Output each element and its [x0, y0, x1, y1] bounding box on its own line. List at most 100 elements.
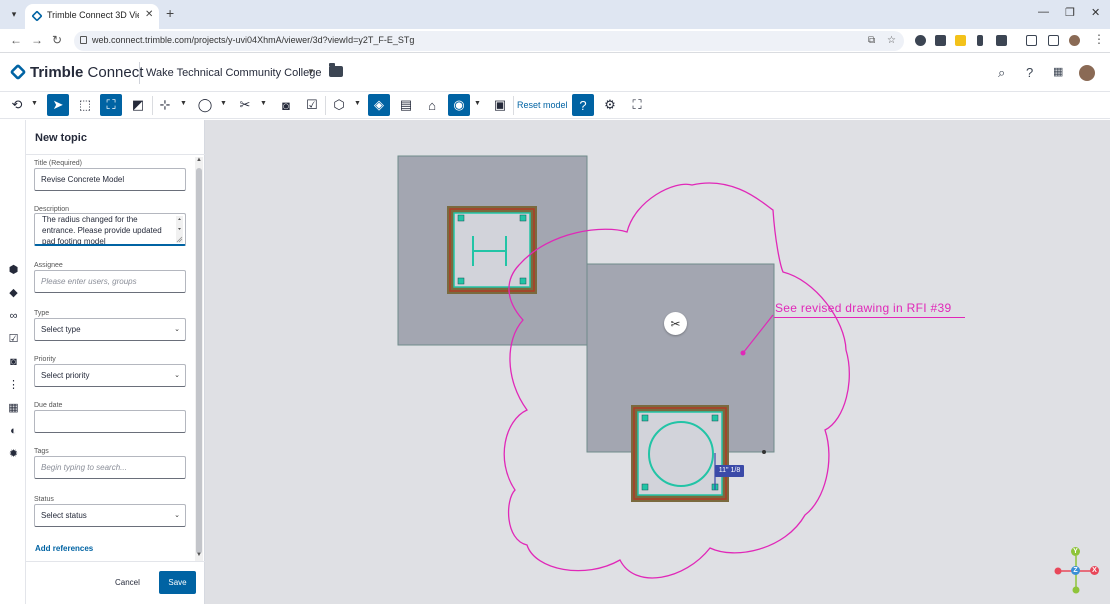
assignee-label: Assignee — [34, 262, 63, 269]
description-textarea[interactable]: The radius changed for the entrance. Ple… — [34, 213, 186, 246]
table-icon[interactable]: ▦ — [7, 402, 20, 415]
orbit-dropdown-icon[interactable]: ▼ — [31, 100, 38, 107]
restore-icon[interactable]: ❐ — [1065, 6, 1075, 19]
measure-icon[interactable]: ⊹ — [154, 94, 176, 116]
save-button[interactable]: Save — [159, 571, 196, 594]
reload-icon[interactable]: ↻ — [52, 33, 62, 47]
extension-gear-icon[interactable]: ✹ — [7, 448, 20, 461]
markup-icon[interactable]: ◩ — [127, 94, 149, 116]
tags-input[interactable]: Begin typing to search... — [34, 456, 186, 479]
forward-icon[interactable]: → — [31, 33, 43, 47]
project-name[interactable]: Wake Technical Community College — [146, 67, 321, 79]
extension-1-icon[interactable] — [915, 35, 926, 46]
scroll-up-icon[interactable]: ▲ — [196, 157, 202, 163]
models-cube-icon[interactable]: ⬢ — [7, 264, 20, 277]
extension-5-icon[interactable] — [996, 35, 1007, 46]
side-panel-icon[interactable] — [1048, 35, 1059, 46]
bookmark-star-icon[interactable]: ☆ — [887, 35, 896, 46]
bounding-box-icon[interactable]: ⛶ — [100, 94, 122, 116]
select-arrow-icon[interactable]: ➤ — [47, 94, 69, 116]
view-dropdown-icon[interactable]: ▼ — [354, 100, 361, 107]
browser-tab[interactable]: Trimble Connect 3D Viewer - We ✕ — [25, 4, 159, 29]
layers-icon[interactable]: ◆ — [7, 287, 20, 300]
type-select[interactable]: Select type ⌄ — [34, 318, 186, 341]
cast-icon[interactable] — [1026, 35, 1037, 46]
tab-search-icon[interactable]: ▾ — [7, 6, 21, 22]
extension-4-icon[interactable] — [977, 35, 983, 46]
type-label: Type — [34, 310, 50, 317]
toolbar-divider — [152, 96, 153, 115]
snapshot-camera-icon[interactable]: ◙ — [275, 94, 297, 116]
calculator-icon[interactable]: ▣ — [489, 94, 511, 116]
markup-anchor-point[interactable] — [740, 350, 746, 356]
fullscreen-icon[interactable]: ⛶ — [626, 94, 648, 116]
textarea-scrollbar[interactable] — [176, 216, 183, 243]
panel-scroll-thumb[interactable] — [196, 168, 202, 554]
section-dropdown-icon[interactable]: ▼ — [260, 100, 267, 107]
cloud-dropdown-icon[interactable]: ▼ — [220, 100, 227, 107]
axis-z-label: Z — [1071, 566, 1080, 575]
close-window-icon[interactable]: ✕ — [1091, 6, 1100, 19]
status-select[interactable]: Select status ⌄ — [34, 504, 186, 527]
extension-3-icon[interactable] — [955, 35, 966, 46]
todo-check-icon[interactable]: ☑ — [7, 333, 20, 346]
description-text: The radius changed for the entrance. Ple… — [42, 215, 162, 246]
section-scissors-icon[interactable]: ✂ — [234, 94, 256, 116]
app-logo[interactable]: Trimble Connect — [30, 64, 143, 81]
perspective-icon[interactable]: ◈ — [368, 94, 390, 116]
create-todo-icon[interactable]: ☑ — [301, 94, 323, 116]
camera-icon[interactable]: ◙ — [7, 356, 20, 369]
chevron-down-icon: ⌄ — [174, 512, 180, 519]
orbit-icon[interactable]: ⟲ — [6, 94, 28, 116]
settings-gear-icon[interactable]: ⚙ — [599, 94, 621, 116]
assignee-input[interactable]: Please enter users, groups — [34, 270, 186, 293]
help-tour-icon[interactable]: ? — [572, 94, 594, 116]
folder-icon[interactable] — [329, 63, 343, 77]
markup-callout-text[interactable]: See revised drawing in RFI #39 — [775, 301, 951, 315]
tree-icon[interactable]: ⋮ — [7, 379, 20, 392]
views-icon[interactable]: ▤ — [395, 94, 417, 116]
panel-title: New topic — [35, 132, 87, 144]
section-scissors-icon[interactable]: ✂ — [664, 312, 687, 335]
project-chevron-down-icon[interactable]: ▼ — [307, 67, 315, 76]
cloud-markup-icon[interactable]: ◯ — [194, 94, 216, 116]
due-date-input[interactable] — [34, 410, 186, 433]
priority-select[interactable]: Select priority ⌄ — [34, 364, 186, 387]
profile-avatar[interactable] — [1069, 35, 1080, 46]
scroll-down-icon[interactable]: ▼ — [196, 552, 202, 558]
browser-menu-icon[interactable]: ⋮ — [1093, 32, 1105, 46]
omnibox[interactable]: web.connect.trimble.com/projects/y-uvi04… — [74, 31, 904, 51]
header-divider — [139, 62, 140, 84]
cube-view-icon[interactable]: ⬡ — [328, 94, 350, 116]
measure-dropdown-icon[interactable]: ▼ — [180, 100, 187, 107]
site-info-icon[interactable] — [80, 36, 87, 44]
dimension-label: 11" 1/8 — [715, 465, 744, 477]
apps-grid-icon[interactable]: ▦ — [1053, 65, 1063, 78]
model-canvas[interactable] — [205, 120, 1110, 604]
minimize-icon[interactable]: — — [1038, 6, 1049, 18]
reset-model-button[interactable]: Reset model — [517, 100, 568, 110]
ghost-icon[interactable]: ⌂ — [421, 94, 443, 116]
tab-strip: ▾ Trimble Connect 3D Viewer - We ✕ + — ❐… — [0, 0, 1110, 29]
user-avatar[interactable] — [1079, 65, 1095, 81]
link-icon[interactable]: ∞ — [7, 310, 20, 323]
help-icon[interactable]: ? — [1026, 65, 1033, 80]
pad-footing-1[interactable] — [447, 206, 537, 294]
address-bar: ← → ↻ web.connect.trimble.com/projects/y… — [0, 29, 1110, 53]
visibility-eye-icon[interactable]: ◉ — [448, 94, 470, 116]
tab-close-icon[interactable]: ✕ — [145, 9, 153, 20]
back-icon[interactable]: ← — [10, 33, 22, 47]
new-tab-icon[interactable]: + — [166, 6, 174, 20]
clash-icon[interactable]: ◐ — [7, 425, 20, 438]
add-references-link[interactable]: Add references — [35, 544, 93, 553]
install-app-icon[interactable]: ⧉ — [868, 35, 875, 46]
cancel-button[interactable]: Cancel — [115, 578, 140, 587]
url-text[interactable]: web.connect.trimble.com/projects/y-uvi04… — [92, 35, 414, 45]
extension-2-icon[interactable] — [935, 35, 946, 46]
search-icon[interactable]: ⌕ — [998, 65, 1005, 81]
type-value: Select type — [41, 325, 81, 334]
visibility-dropdown-icon[interactable]: ▼ — [474, 100, 481, 107]
title-input[interactable]: Revise Concrete Model — [34, 168, 186, 191]
3d-viewport[interactable]: See revised drawing in RFI #39 11" 1/8 ✂… — [205, 120, 1110, 604]
area-select-icon[interactable]: ⬚ — [74, 94, 96, 116]
